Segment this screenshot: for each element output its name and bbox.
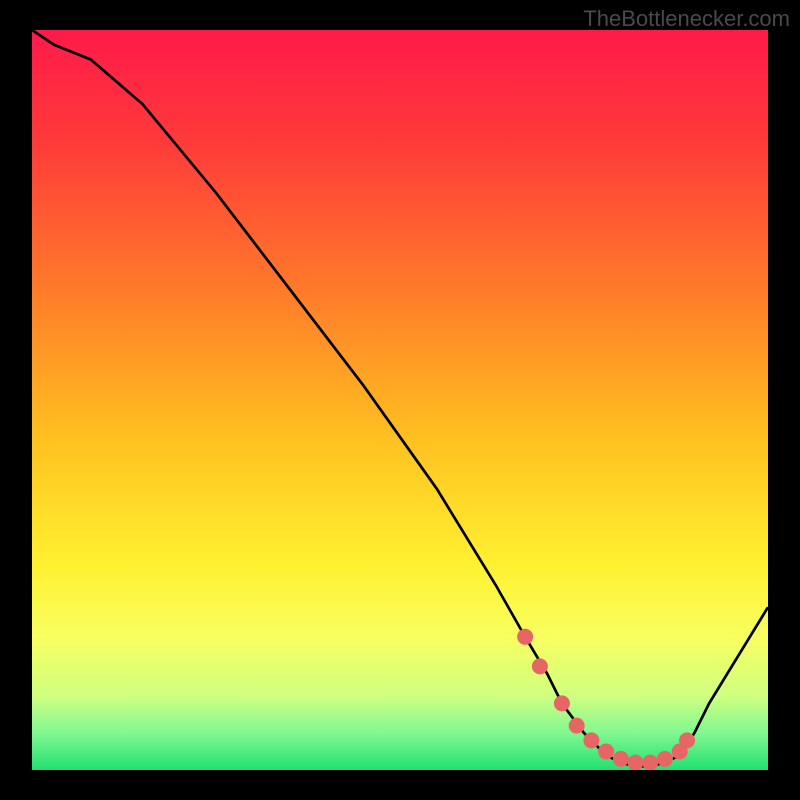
marker-point [657,751,673,767]
marker-point [583,732,599,748]
marker-point [628,755,644,770]
marker-point [554,695,570,711]
plot-area [32,30,768,770]
marker-point [613,751,629,767]
curve-layer [32,30,768,770]
marker-point [598,744,614,760]
watermark-text: TheBottlenecker.com [583,6,790,32]
marker-point [569,718,585,734]
marker-point [679,732,695,748]
curve-markers [517,629,695,770]
bottleneck-curve [32,30,768,766]
marker-point [642,755,658,770]
marker-point [532,658,548,674]
marker-point [517,629,533,645]
